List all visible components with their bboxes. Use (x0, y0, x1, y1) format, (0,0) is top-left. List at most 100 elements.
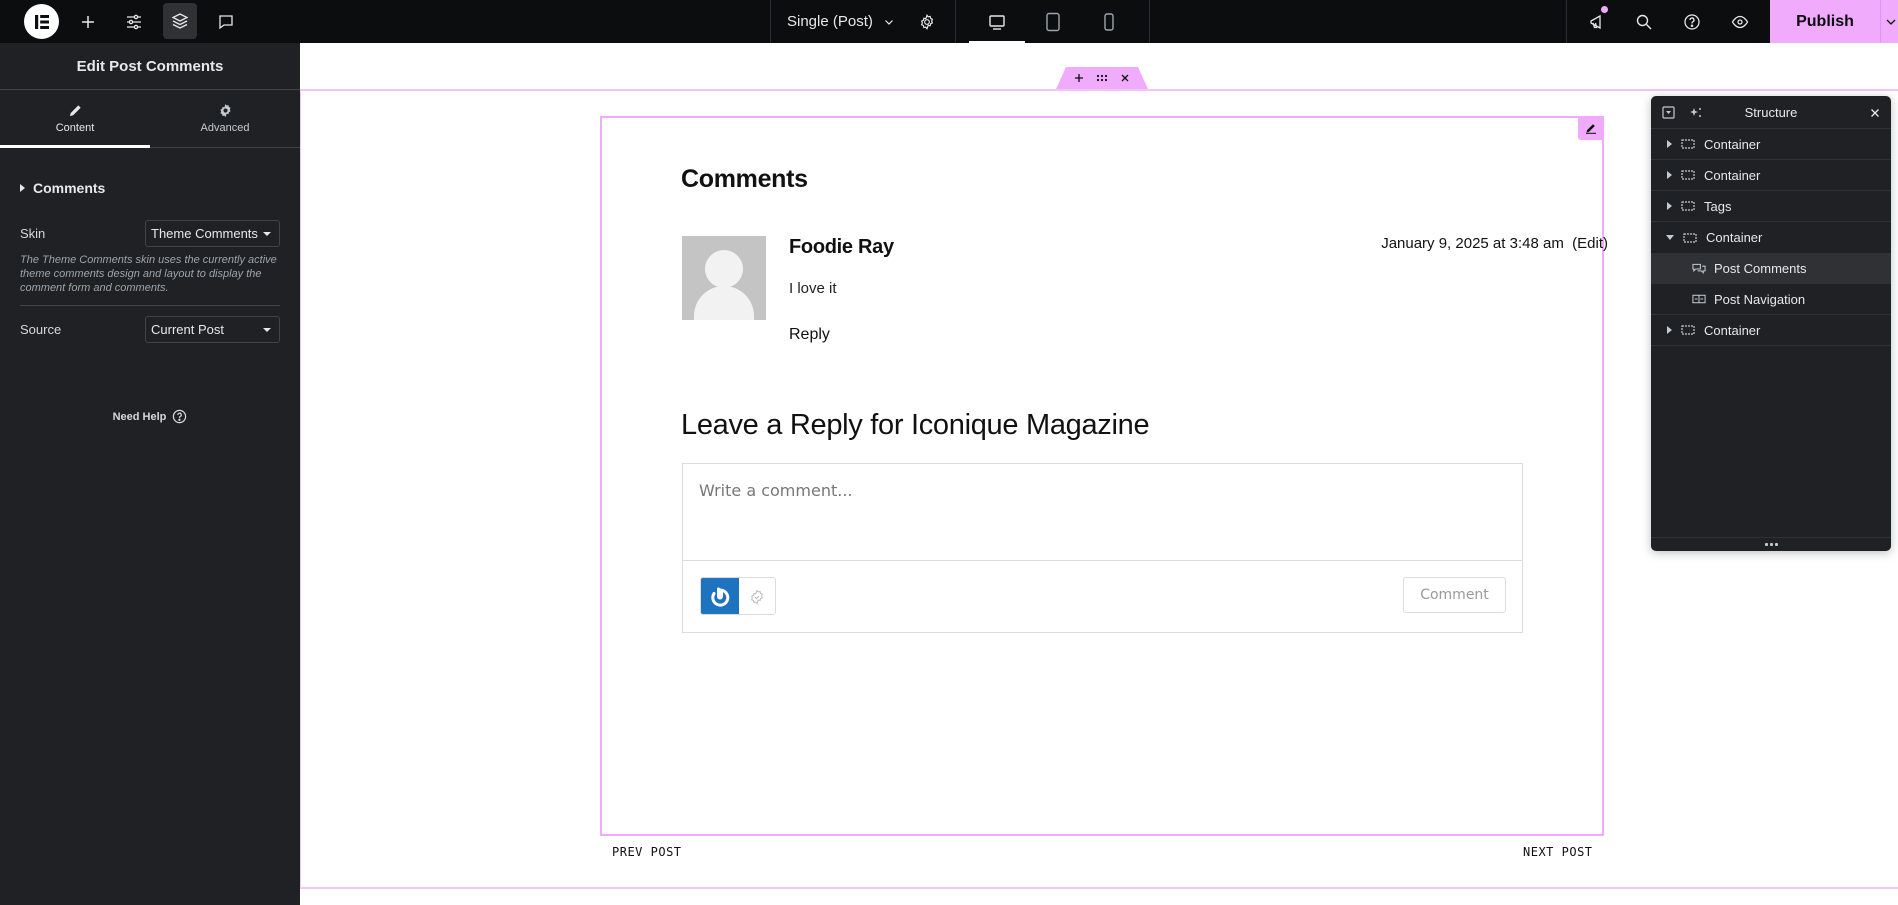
chevron-down-icon (1886, 19, 1896, 25)
structure-item[interactable]: Container (1651, 315, 1891, 346)
need-help-link[interactable]: Need Help (0, 409, 300, 424)
structure-item[interactable]: Container (1651, 222, 1891, 253)
gear-icon (920, 13, 934, 30)
notes-button[interactable] (209, 0, 243, 43)
reply-link[interactable]: Reply (789, 326, 830, 344)
top-bar: Single (Post) Publish (0, 0, 1898, 43)
divider (1149, 0, 1150, 43)
device-tablet-button[interactable] (1025, 0, 1081, 43)
structure-panel: Structure Container Container Tags Conta… (1651, 96, 1891, 551)
skin-label: Skin (20, 226, 46, 241)
caret-right-icon (20, 184, 25, 192)
structure-title: Structure (1744, 104, 1798, 120)
structure-item-label: Post Navigation (1714, 291, 1806, 307)
comment-text: I love it (789, 280, 837, 297)
comment-input[interactable] (683, 464, 1522, 561)
reply-heading: Leave a Reply for Iconique Magazine (681, 409, 1150, 441)
divider (955, 0, 956, 43)
comment-bubble-icon (219, 14, 233, 29)
container-icon (1681, 201, 1695, 211)
search-button[interactable] (1627, 0, 1661, 43)
help-icon (1684, 13, 1700, 30)
device-mobile-button[interactable] (1081, 0, 1137, 43)
pencil-icon (1586, 124, 1596, 134)
submit-comment-button[interactable]: Comment (1403, 577, 1506, 613)
publish-button[interactable]: Publish (1770, 0, 1880, 43)
source-label: Source (20, 322, 62, 337)
container-icon (1683, 232, 1697, 243)
tab-advanced[interactable]: Advanced (150, 90, 300, 147)
skin-description: The Theme Comments skin uses the current… (20, 254, 277, 294)
tab-content[interactable]: Content (0, 90, 150, 148)
login-settings-button[interactable] (738, 578, 775, 614)
edit-widget-button[interactable] (1578, 116, 1604, 140)
mobile-icon (1104, 12, 1114, 31)
skin-select[interactable]: Theme Comments (145, 220, 280, 247)
structure-item[interactable]: Post Navigation (1651, 284, 1891, 315)
caret-right-icon[interactable] (1667, 326, 1672, 334)
notification-dot (1601, 6, 1608, 13)
site-settings-button[interactable] (117, 0, 151, 43)
gear-icon (750, 589, 763, 605)
elementor-logo[interactable] (24, 4, 59, 39)
need-help-label: Need Help (112, 410, 167, 423)
delete-icon[interactable] (1120, 73, 1130, 83)
gravatar-login-button[interactable] (701, 578, 739, 614)
container-icon (1681, 139, 1695, 149)
structure-item-label: Container (1704, 136, 1761, 152)
divider (1566, 0, 1567, 43)
container-icon (1681, 325, 1695, 335)
preview-button[interactable] (1723, 0, 1757, 43)
tab-content-label: Content (55, 122, 95, 134)
caret-right-icon[interactable] (1667, 171, 1672, 179)
comment-author: Foodie Ray (789, 236, 894, 258)
help-button[interactable] (1675, 0, 1709, 43)
device-desktop-button[interactable] (969, 0, 1025, 43)
publish-options-button[interactable] (1880, 0, 1898, 43)
whats-new-button[interactable] (1580, 0, 1614, 43)
drag-handle-icon[interactable] (1096, 74, 1108, 82)
gravatar-icon (711, 587, 729, 607)
document-selector[interactable]: Single (Post) (787, 0, 895, 43)
comment-date[interactable]: January 9, 2025 at 3:48 am (1381, 235, 1564, 252)
structure-button[interactable] (163, 3, 197, 39)
next-post-link[interactable]: NEXT POST (1523, 845, 1593, 859)
tablet-icon (1046, 12, 1060, 31)
gear-icon (219, 103, 231, 118)
pencil-icon (69, 105, 81, 117)
add-icon[interactable] (1074, 73, 1084, 83)
elementor-logo-icon (34, 14, 49, 29)
caret-right-icon[interactable] (1667, 202, 1672, 210)
structure-item[interactable]: Tags (1651, 191, 1891, 222)
caret-down-icon (263, 327, 271, 332)
desktop-icon (989, 14, 1005, 30)
structure-item[interactable]: Container (1651, 129, 1891, 160)
section-comments-toggle[interactable]: Comments (0, 170, 300, 206)
search-icon (1636, 14, 1652, 29)
chevron-down-icon (884, 19, 893, 25)
structure-item[interactable]: Container (1651, 160, 1891, 191)
resize-handle[interactable] (1651, 537, 1891, 551)
panel-tabs: Content Advanced (0, 90, 300, 148)
structure-item-label: Post Comments (1714, 261, 1807, 276)
structure-item-selected[interactable]: Post Comments (1651, 253, 1891, 284)
caret-right-icon[interactable] (1667, 140, 1672, 148)
login-options (700, 577, 776, 615)
caret-down-icon (263, 231, 271, 236)
container-handle[interactable] (1056, 67, 1148, 89)
section-title: Comments (33, 180, 106, 196)
structure-header: Structure (1651, 96, 1891, 129)
close-structure-button[interactable] (1863, 96, 1887, 129)
document-settings-button[interactable] (910, 0, 944, 43)
skin-select-value: Theme Comments (151, 226, 258, 241)
source-select[interactable]: Current Post (145, 316, 280, 343)
structure-item-label: Container (1704, 167, 1761, 183)
divider (20, 305, 280, 306)
comment-edit-link[interactable]: (Edit) (1572, 235, 1608, 252)
add-element-button[interactable] (71, 0, 105, 43)
megaphone-icon (1590, 14, 1601, 29)
comments-heading: Comments (681, 165, 808, 193)
caret-down-icon[interactable] (1666, 235, 1674, 240)
post-navigation-icon (1692, 294, 1706, 304)
prev-post-link[interactable]: PREV POST (612, 845, 682, 859)
